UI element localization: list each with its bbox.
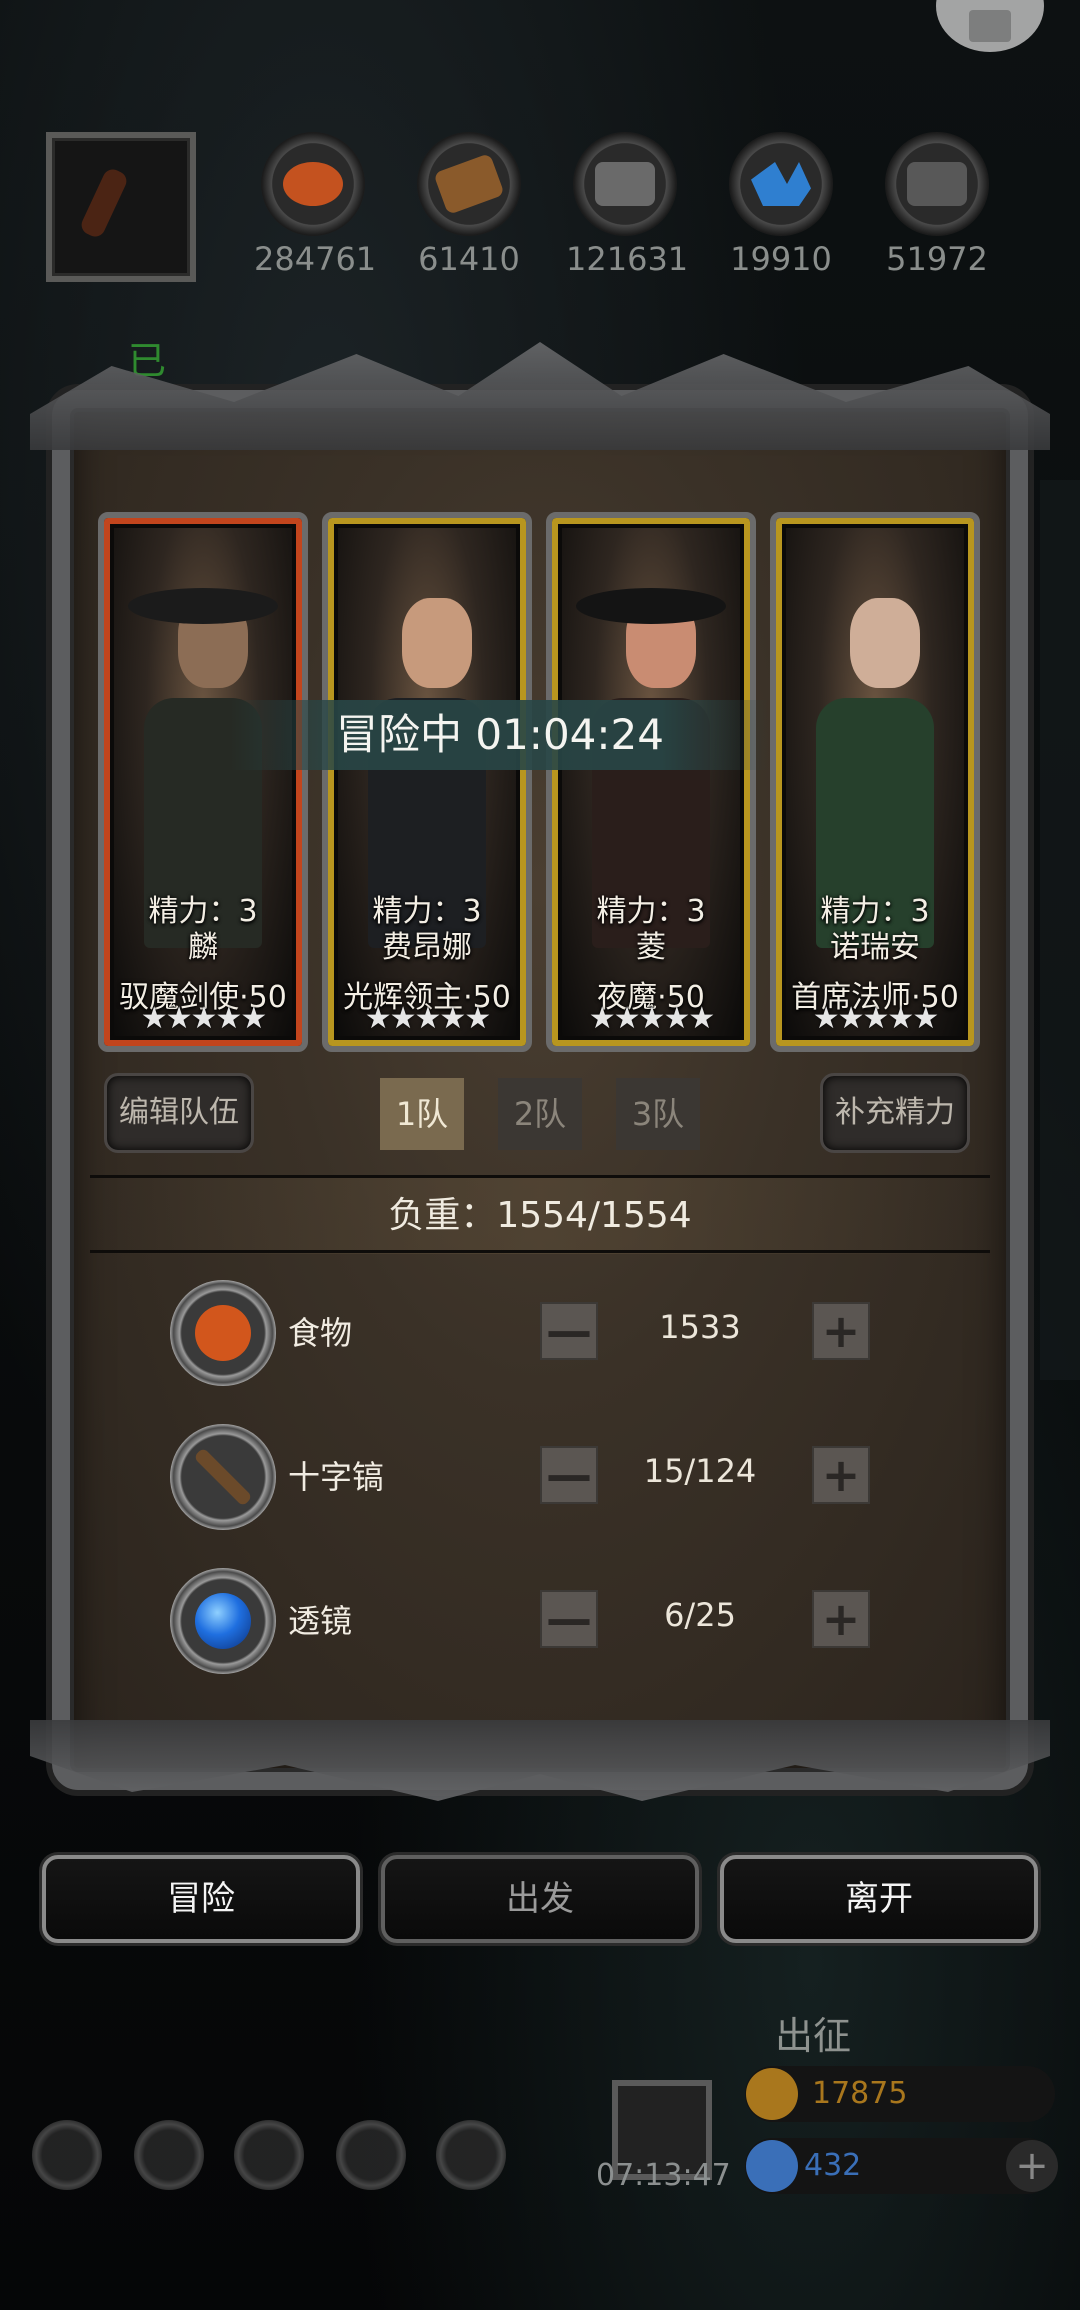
mail-icon[interactable] xyxy=(336,2120,406,2190)
hero-card-3[interactable]: 精力：3 菱 夜魔·50 ★★★★★ xyxy=(546,512,756,1052)
resource-food-value: 284761 xyxy=(254,240,377,278)
food-icon xyxy=(170,1280,276,1386)
inventory-icon[interactable] xyxy=(234,2120,304,2190)
refill-stamina-button[interactable]: 补充精力 xyxy=(820,1073,970,1153)
depart-button[interactable]: 出发 xyxy=(381,1855,699,1943)
resource-iron-value: 121631 xyxy=(566,240,689,278)
hero-name: 菱 xyxy=(636,930,666,965)
leave-button[interactable]: 离开 xyxy=(720,1855,1038,1943)
hero-stars: ★★★★★ xyxy=(140,1001,267,1036)
decrease-button[interactable]: — xyxy=(540,1302,598,1360)
lens-icon xyxy=(170,1568,276,1674)
pickaxe-icon xyxy=(170,1424,276,1530)
crystal-icon xyxy=(729,132,833,236)
resource-wood-value: 61410 xyxy=(418,240,520,278)
hero-stars: ★★★★★ xyxy=(364,1001,491,1036)
resource-crystal-value: 19910 xyxy=(730,240,832,278)
supply-name: 透镜 xyxy=(288,1602,353,1640)
decrease-button[interactable]: — xyxy=(540,1446,598,1504)
panel-ornament-bottom xyxy=(30,1720,1050,1801)
increase-button[interactable]: + xyxy=(812,1302,870,1360)
resource-food: 284761 xyxy=(254,132,377,278)
tab-team-2[interactable]: 2队 xyxy=(498,1078,582,1150)
adventure-button[interactable]: 冒险 xyxy=(42,1855,360,1943)
add-gems-button[interactable]: + xyxy=(1006,2140,1058,2192)
adventure-status-banner: 冒险中 01:04:24 xyxy=(230,700,770,770)
tab-team-3[interactable]: 3队 xyxy=(616,1078,700,1150)
edit-team-button[interactable]: 编辑队伍 xyxy=(104,1073,254,1153)
supply-count: 6/25 xyxy=(664,1596,736,1634)
hero-card-2[interactable]: 精力：3 费昂娜 光辉领主·50 ★★★★★ xyxy=(322,512,532,1052)
gem-value: 432 xyxy=(804,2148,862,2183)
increase-button[interactable]: + xyxy=(812,1446,870,1504)
supply-row-food: 食物 — 1533 + xyxy=(170,1280,870,1386)
adventure-panel: 精力：3 麟 驭魔剑使·50 ★★★★★ 精力：3 费昂娜 光辉领主·50 ★★… xyxy=(30,330,1050,1810)
supply-count: 1533 xyxy=(659,1308,741,1346)
hero-name: 麟 xyxy=(188,930,218,965)
supply-row-lens: 透镜 — 6/25 + xyxy=(170,1568,870,1674)
wood-icon xyxy=(417,132,521,236)
hero-card-4[interactable]: 精力：3 诺瑞安 首席法师·50 ★★★★★ xyxy=(770,512,980,1052)
panel-ornament-top xyxy=(30,342,1050,450)
resource-iron: 121631 xyxy=(566,132,689,278)
chest-timer: 07:13:47 xyxy=(596,2158,731,2193)
expedition-label: 出征 xyxy=(775,2014,852,2058)
hero-card-1[interactable]: 精力：3 麟 驭魔剑使·50 ★★★★★ xyxy=(98,512,308,1052)
resource-stone-value: 51972 xyxy=(886,240,988,278)
gold-value: 17875 xyxy=(812,2076,908,2111)
stone-icon xyxy=(885,132,989,236)
player-avatar[interactable] xyxy=(46,132,196,282)
hero-stars: ★★★★★ xyxy=(812,1001,939,1036)
settings-icon[interactable] xyxy=(32,2120,102,2190)
food-icon xyxy=(261,132,365,236)
resource-crystal: 19910 xyxy=(722,132,840,278)
decrease-button[interactable]: — xyxy=(540,1590,598,1648)
tab-team-1[interactable]: 1队 xyxy=(380,1078,464,1150)
hero-name: 诺瑞安 xyxy=(830,930,920,965)
torch-icon xyxy=(78,166,130,240)
resource-stone: 51972 xyxy=(878,132,996,278)
supply-name: 食物 xyxy=(288,1314,353,1352)
increase-button[interactable]: + xyxy=(812,1590,870,1648)
supply-row-pickaxe: 十字镐 — 15/124 + xyxy=(170,1424,870,1530)
map-icon[interactable] xyxy=(436,2120,506,2190)
supply-name: 十字镐 xyxy=(288,1458,385,1496)
supply-count: 15/124 xyxy=(643,1452,757,1490)
gold-coin-icon xyxy=(746,2068,798,2120)
divider xyxy=(90,1250,990,1253)
hero-icon[interactable] xyxy=(134,2120,204,2190)
hero-name: 费昂娜 xyxy=(382,930,472,965)
gem-icon xyxy=(746,2140,798,2192)
iron-icon xyxy=(573,132,677,236)
hero-stars: ★★★★★ xyxy=(588,1001,715,1036)
weight-label: 负重：1554/1554 xyxy=(90,1178,990,1254)
resource-wood: 61410 xyxy=(410,132,528,278)
